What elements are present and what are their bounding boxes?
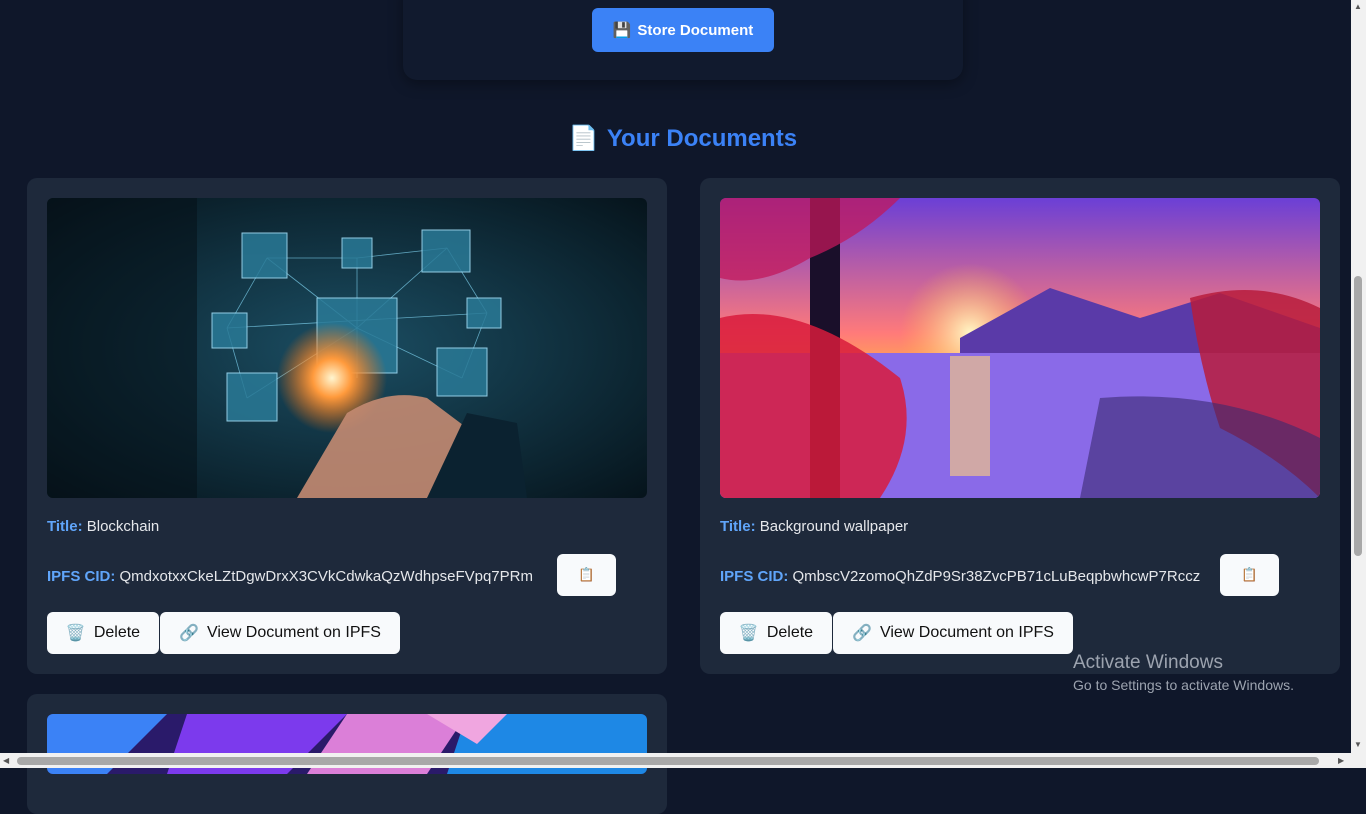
delete-button[interactable]: 🗑️ Delete bbox=[720, 612, 832, 654]
cid-label: IPFS CID: bbox=[47, 568, 116, 585]
document-icon: 📄 bbox=[568, 125, 599, 152]
document-cid: IPFS CID: QmbscV2zomoQhZdP9Sr38ZvcPB71cL… bbox=[720, 568, 1200, 585]
view-on-ipfs-button[interactable]: 🔗 View Document on IPFS bbox=[833, 612, 1073, 654]
document-title: Title: Background wallpaper bbox=[720, 518, 908, 535]
document-card: Title: Blockchain IPFS CID: QmdxotxxCkeL… bbox=[27, 178, 667, 674]
cid-value: QmbscV2zomoQhZdP9Sr38ZvcPB71cLuBeqpbwhcw… bbox=[792, 568, 1201, 585]
title-label: Title: bbox=[47, 518, 83, 535]
scroll-left-icon[interactable]: ◀ bbox=[3, 756, 9, 765]
link-icon: 🔗 bbox=[852, 625, 872, 642]
trash-icon: 🗑️ bbox=[738, 625, 759, 642]
title-value: Blockchain bbox=[86, 518, 160, 535]
watermark-line1: Activate Windows bbox=[1073, 652, 1223, 673]
documents-heading: 📄 Your Documents bbox=[0, 124, 1366, 153]
cid-label: IPFS CID: bbox=[720, 568, 789, 585]
document-cid: IPFS CID: QmdxotxxCkeLZtDgwDrxX3CVkCdwka… bbox=[47, 568, 533, 585]
title-value: Background wallpaper bbox=[759, 518, 909, 535]
scroll-down-icon[interactable]: ▼ bbox=[1354, 740, 1362, 749]
copy-cid-button[interactable]: 📋 bbox=[1220, 554, 1279, 596]
title-label: Title: bbox=[720, 518, 756, 535]
horizontal-scrollbar[interactable]: ◀ ▶ bbox=[0, 753, 1366, 768]
activate-windows-watermark: Activate Windows Go to Settings to activ… bbox=[1073, 652, 1294, 693]
store-document-button[interactable]: 💾 Store Document bbox=[592, 8, 774, 52]
view-label: View Document on IPFS bbox=[879, 624, 1054, 641]
link-icon: 🔗 bbox=[179, 625, 199, 642]
cid-value: QmdxotxxCkeLZtDgwDrxX3CVkCdwkaQzWdhpseFV… bbox=[119, 568, 533, 585]
floppy-disk-icon: 💾 bbox=[612, 22, 632, 39]
vertical-scrollbar[interactable]: ▲ ▼ bbox=[1351, 0, 1366, 753]
clipboard-icon: 📋 bbox=[578, 567, 595, 582]
watermark-line2: Go to Settings to activate Windows. bbox=[1073, 677, 1294, 693]
document-image-blockchain bbox=[47, 198, 647, 498]
document-image-wallpaper bbox=[720, 198, 1320, 498]
document-card: Title: Background wallpaper IPFS CID: Qm… bbox=[700, 178, 1340, 674]
document-title: Title: Blockchain bbox=[47, 518, 159, 535]
scroll-up-icon[interactable]: ▲ bbox=[1354, 2, 1362, 11]
copy-cid-button[interactable]: 📋 bbox=[557, 554, 616, 596]
view-label: View Document on IPFS bbox=[206, 624, 381, 641]
trash-icon: 🗑️ bbox=[65, 625, 86, 642]
view-on-ipfs-button[interactable]: 🔗 View Document on IPFS bbox=[160, 612, 400, 654]
clipboard-icon: 📋 bbox=[1241, 567, 1258, 582]
horizontal-scroll-thumb[interactable] bbox=[17, 757, 1319, 765]
delete-label: Delete bbox=[766, 624, 814, 641]
documents-heading-text: Your Documents bbox=[606, 125, 798, 152]
vertical-scroll-thumb[interactable] bbox=[1354, 276, 1362, 556]
delete-label: Delete bbox=[93, 624, 141, 641]
delete-button[interactable]: 🗑️ Delete bbox=[47, 612, 159, 654]
scroll-right-icon[interactable]: ▶ bbox=[1338, 756, 1344, 765]
store-document-label: Store Document bbox=[637, 21, 754, 39]
